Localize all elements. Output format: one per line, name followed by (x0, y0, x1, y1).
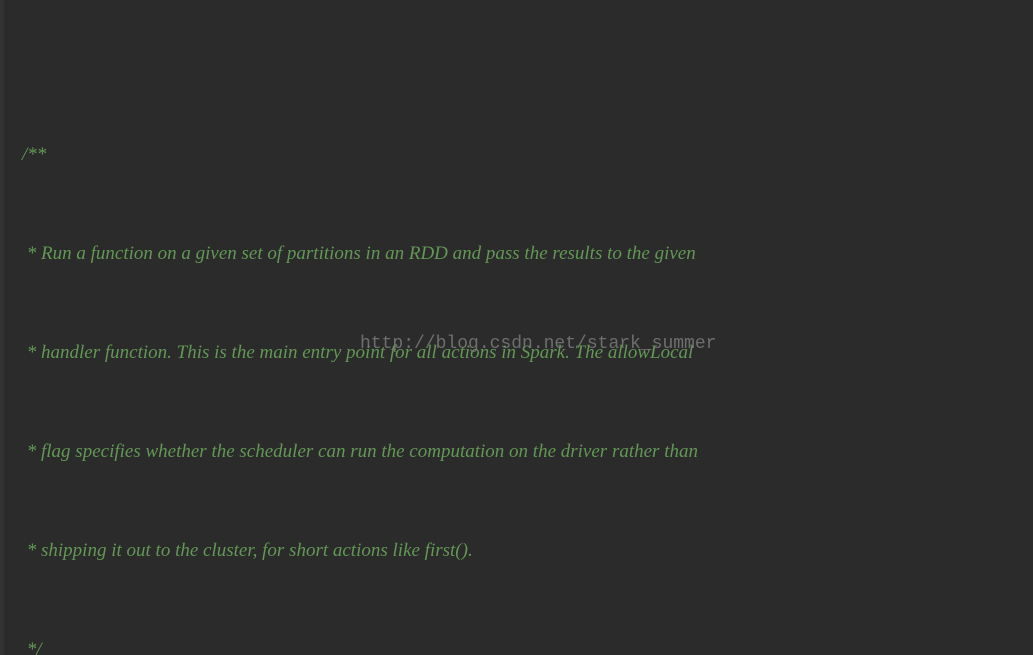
comment-line: */ (0, 633, 1033, 655)
comment-line: * Run a function on a given set of parti… (0, 237, 1033, 270)
gutter (0, 0, 4, 655)
doc-comment-text: * Run a function on a given set of parti… (22, 243, 696, 264)
doc-comment-open: /** (22, 144, 46, 165)
comment-line: /** (0, 138, 1033, 171)
code-editor: /** * Run a function on a given set of p… (0, 0, 1033, 655)
comment-line: * handler function. This is the main ent… (0, 336, 1033, 369)
doc-comment-text: * handler function. This is the main ent… (22, 342, 693, 363)
doc-comment-text: * shipping it out to the cluster, for sh… (22, 540, 473, 561)
doc-comment-text: * flag specifies whether the scheduler c… (22, 441, 698, 462)
comment-line: * flag specifies whether the scheduler c… (0, 435, 1033, 468)
comment-line: * shipping it out to the cluster, for sh… (0, 534, 1033, 567)
doc-comment-close: */ (22, 639, 42, 655)
